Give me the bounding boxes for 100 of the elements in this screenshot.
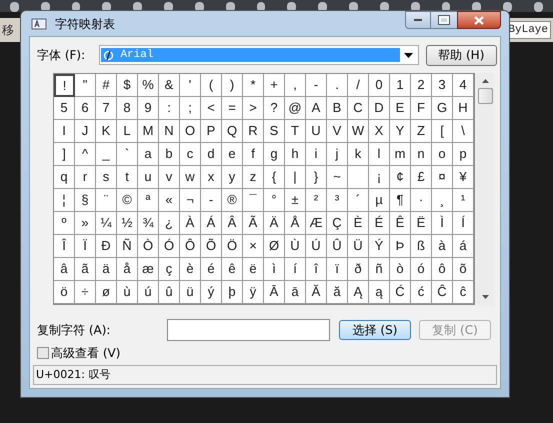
character-cell[interactable]: Ä bbox=[264, 212, 285, 235]
character-cell[interactable]: ¯ bbox=[243, 189, 264, 212]
character-cell[interactable]: Ă bbox=[306, 281, 327, 304]
character-cell[interactable]: ~ bbox=[327, 166, 348, 189]
character-cell[interactable]: + bbox=[264, 74, 285, 97]
character-cell[interactable]: - bbox=[306, 74, 327, 97]
character-cell[interactable]: X bbox=[369, 120, 390, 143]
character-cell[interactable]: _ bbox=[96, 143, 117, 166]
character-cell[interactable]: Å bbox=[285, 212, 306, 235]
character-cell[interactable]: U bbox=[306, 120, 327, 143]
character-cell[interactable]: d bbox=[201, 143, 222, 166]
character-cell[interactable]: 9 bbox=[138, 97, 159, 120]
character-cell[interactable]: £ bbox=[411, 166, 432, 189]
character-cell[interactable]: ) bbox=[222, 74, 243, 97]
character-cell[interactable]: D bbox=[369, 97, 390, 120]
character-cell[interactable]: é bbox=[201, 258, 222, 281]
character-cell[interactable]: ì bbox=[264, 258, 285, 281]
character-cell[interactable]: ó bbox=[411, 258, 432, 281]
character-cell[interactable]: Ü bbox=[348, 235, 369, 258]
character-cell[interactable]: 1 bbox=[390, 74, 411, 97]
character-cell[interactable]: ' bbox=[180, 74, 201, 97]
character-cell[interactable]: æ bbox=[138, 258, 159, 281]
character-cell[interactable]: k bbox=[348, 143, 369, 166]
toolbar-icon[interactable] bbox=[503, 2, 512, 12]
character-cell[interactable]: J bbox=[75, 120, 96, 143]
character-cell[interactable]: 2 bbox=[411, 74, 432, 97]
character-cell[interactable]: ¨ bbox=[96, 189, 117, 212]
character-cell[interactable]: 0 bbox=[369, 74, 390, 97]
character-cell[interactable]: R bbox=[243, 120, 264, 143]
character-cell[interactable]: Í bbox=[453, 212, 474, 235]
character-cell[interactable]: G bbox=[432, 97, 453, 120]
character-cell[interactable]: Ą bbox=[348, 281, 369, 304]
character-cell[interactable]: f bbox=[243, 143, 264, 166]
character-cell[interactable]: - bbox=[201, 189, 222, 212]
character-cell[interactable]: Á bbox=[201, 212, 222, 235]
character-cell[interactable]: A bbox=[306, 97, 327, 120]
character-cell[interactable]: ñ bbox=[369, 258, 390, 281]
character-cell[interactable]: Î bbox=[54, 235, 75, 258]
character-cell[interactable]: K bbox=[96, 120, 117, 143]
minimize-button[interactable] bbox=[405, 11, 431, 29]
character-cell[interactable]: û bbox=[159, 281, 180, 304]
character-cell[interactable]: j bbox=[327, 143, 348, 166]
character-cell[interactable]: à bbox=[432, 235, 453, 258]
character-cell[interactable]: î bbox=[306, 258, 327, 281]
character-cell[interactable]: Ć bbox=[390, 281, 411, 304]
character-cell[interactable]: ¹ bbox=[453, 189, 474, 212]
character-cell[interactable]: Ð bbox=[96, 235, 117, 258]
character-cell[interactable]: Ò bbox=[138, 235, 159, 258]
character-cell[interactable]: Ê bbox=[390, 212, 411, 235]
character-cell[interactable]: ´ bbox=[348, 189, 369, 212]
character-cell[interactable]: l bbox=[369, 143, 390, 166]
character-cell[interactable]: @ bbox=[285, 97, 306, 120]
character-cell[interactable] bbox=[348, 166, 369, 189]
character-cell[interactable]: Ĉ bbox=[432, 281, 453, 304]
scrollbar[interactable] bbox=[477, 73, 494, 305]
character-cell[interactable]: E bbox=[390, 97, 411, 120]
character-cell[interactable]: \ bbox=[453, 120, 474, 143]
character-cell[interactable]: ? bbox=[264, 97, 285, 120]
character-cell[interactable]: â bbox=[54, 258, 75, 281]
character-cell[interactable]: u bbox=[138, 166, 159, 189]
character-cell[interactable]: « bbox=[159, 189, 180, 212]
help-button[interactable]: 帮助 (H) bbox=[426, 44, 497, 66]
close-button[interactable] bbox=[457, 11, 501, 29]
copy-input-field[interactable] bbox=[167, 319, 330, 341]
character-cell[interactable]: ø bbox=[96, 281, 117, 304]
character-cell[interactable]: Ù bbox=[285, 235, 306, 258]
character-cell[interactable]: Ç bbox=[327, 212, 348, 235]
character-cell[interactable]: I bbox=[54, 120, 75, 143]
character-cell[interactable]: ï bbox=[327, 258, 348, 281]
character-cell[interactable]: È bbox=[348, 212, 369, 235]
character-cell[interactable]: ¾ bbox=[138, 212, 159, 235]
character-cell[interactable]: ¦ bbox=[54, 189, 75, 212]
character-cell[interactable]: ç bbox=[159, 258, 180, 281]
character-cell[interactable]: ð bbox=[348, 258, 369, 281]
character-cell[interactable]: m bbox=[390, 143, 411, 166]
character-cell[interactable]: ¶ bbox=[390, 189, 411, 212]
character-cell[interactable]: ÷ bbox=[75, 281, 96, 304]
character-cell[interactable]: & bbox=[159, 74, 180, 97]
character-cell[interactable]: 7 bbox=[96, 97, 117, 120]
character-cell[interactable]: ý bbox=[201, 281, 222, 304]
character-cell[interactable]: þ bbox=[222, 281, 243, 304]
character-cell[interactable]: ö bbox=[54, 281, 75, 304]
character-cell[interactable]: Ú bbox=[306, 235, 327, 258]
character-cell[interactable]: Æ bbox=[306, 212, 327, 235]
character-cell[interactable]: L bbox=[117, 120, 138, 143]
character-cell[interactable]: [ bbox=[432, 120, 453, 143]
character-cell[interactable]: ¤ bbox=[432, 166, 453, 189]
character-cell[interactable]: Z bbox=[411, 120, 432, 143]
character-cell[interactable]: í bbox=[285, 258, 306, 281]
character-cell[interactable]: e bbox=[222, 143, 243, 166]
character-cell[interactable]: v bbox=[159, 166, 180, 189]
character-cell[interactable]: ă bbox=[327, 281, 348, 304]
character-cell[interactable]: è bbox=[180, 258, 201, 281]
character-cell[interactable]: ë bbox=[243, 258, 264, 281]
character-cell[interactable]: ¢ bbox=[390, 166, 411, 189]
character-cell[interactable]: À bbox=[180, 212, 201, 235]
character-cell[interactable]: á bbox=[453, 235, 474, 258]
character-cell[interactable]: i bbox=[306, 143, 327, 166]
character-cell[interactable]: ; bbox=[180, 97, 201, 120]
character-cell[interactable]: ä bbox=[96, 258, 117, 281]
